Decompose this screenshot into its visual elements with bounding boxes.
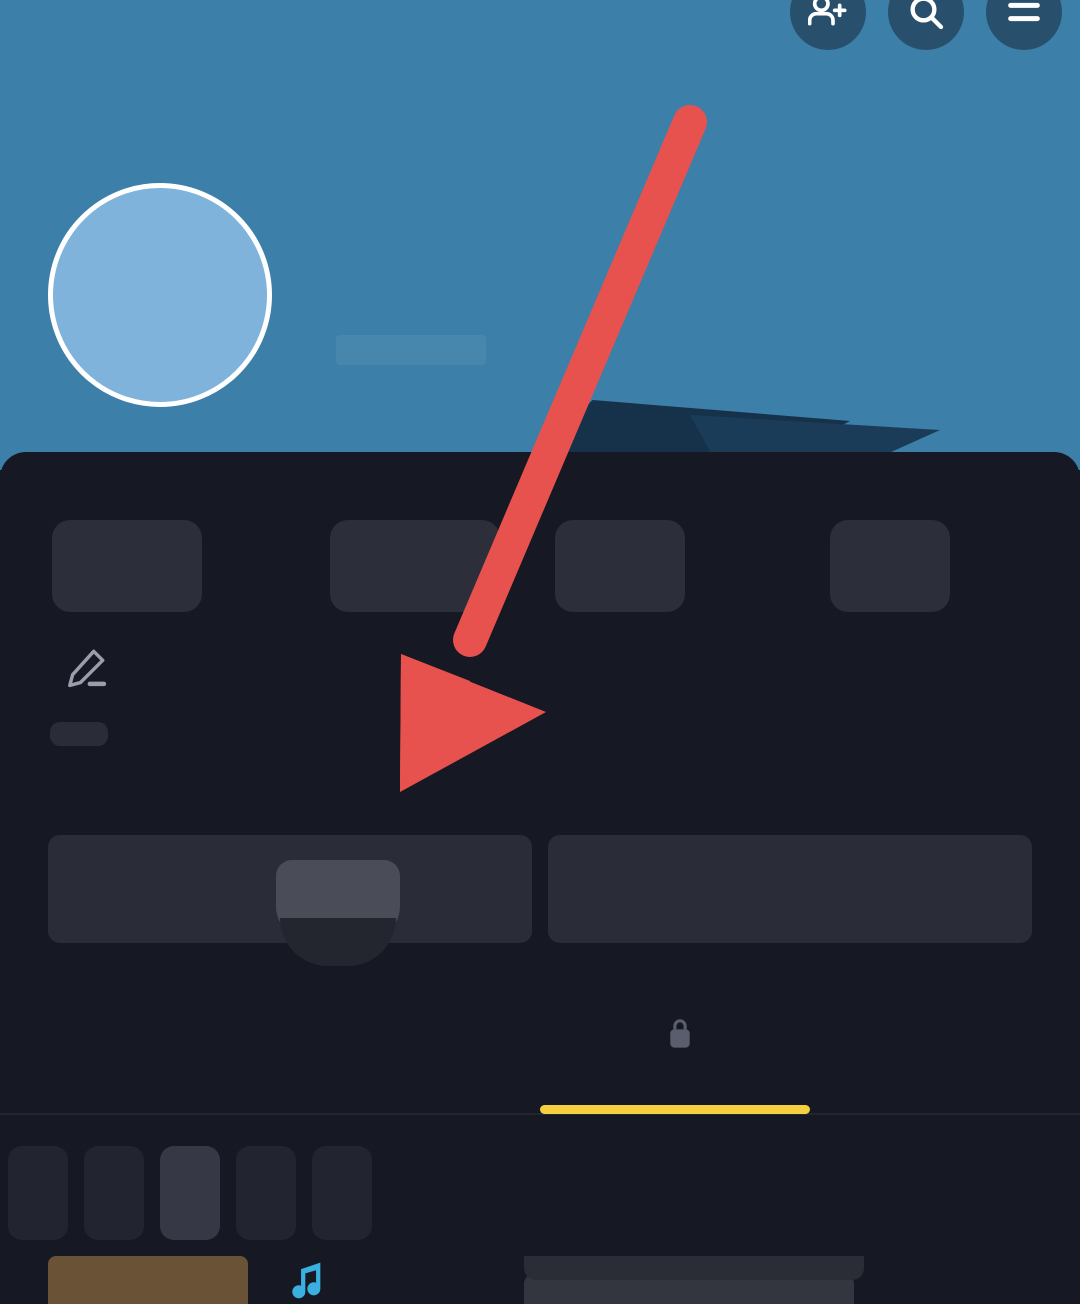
tab-works[interactable] [0, 1008, 270, 1114]
profile-action-buttons [0, 835, 1080, 943]
tab-favorites[interactable] [540, 1008, 810, 1114]
menu-icon [1004, 0, 1044, 32]
menu-icon-button[interactable] [986, 0, 1062, 50]
avatar[interactable] [48, 183, 272, 407]
avatar-mosaic [53, 188, 267, 402]
profile-tabs [0, 1008, 1080, 1114]
add-friend-icon [808, 0, 848, 32]
add-tag-button[interactable] [50, 722, 108, 746]
search-icon-button[interactable] [888, 0, 964, 50]
search-icon [906, 0, 946, 32]
pencil-icon [68, 649, 107, 688]
list-item-thumbnail [48, 1256, 248, 1304]
stat-friends[interactable] [330, 496, 506, 612]
list-item-title-redaction-top [524, 1256, 864, 1280]
header-action-bar [790, 0, 1062, 50]
chip-location[interactable] [236, 1146, 296, 1240]
edit-profile-redaction-blob [276, 860, 400, 966]
bio-edit-button[interactable] [64, 644, 110, 690]
tab-likes[interactable] [810, 1008, 1080, 1114]
bio-row[interactable] [50, 644, 110, 690]
douyin-id-redaction [336, 335, 486, 366]
chip-folder[interactable] [8, 1146, 68, 1240]
stats-row [0, 492, 1080, 612]
chip-video[interactable] [84, 1146, 144, 1240]
add-friend-icon-button[interactable] [790, 0, 866, 50]
chip-music[interactable] [160, 1146, 220, 1240]
stat-likes[interactable] [52, 496, 208, 612]
lock-icon [665, 1016, 695, 1055]
stat-value-redaction [52, 520, 202, 612]
profile-panel [0, 452, 1080, 1304]
stat-following[interactable] [555, 496, 691, 612]
music-note-icon [292, 1262, 321, 1299]
stat-value-redaction [330, 520, 500, 612]
add-friend-button[interactable] [548, 835, 1032, 943]
stat-value-redaction [555, 520, 685, 612]
tab-private[interactable] [270, 1008, 540, 1114]
thumbnail-mosaic [48, 1256, 248, 1304]
chip-miniprogram[interactable] [312, 1146, 372, 1240]
stat-fans[interactable] [830, 496, 956, 612]
filter-chip-row [0, 1145, 1080, 1241]
app-screen [0, 0, 1080, 1304]
list-item-text-wrap [292, 1256, 864, 1304]
douyin-id[interactable] [330, 326, 486, 370]
tabs-divider [0, 1113, 1080, 1115]
stat-value-redaction [830, 520, 950, 612]
list-item[interactable] [0, 1256, 1080, 1304]
